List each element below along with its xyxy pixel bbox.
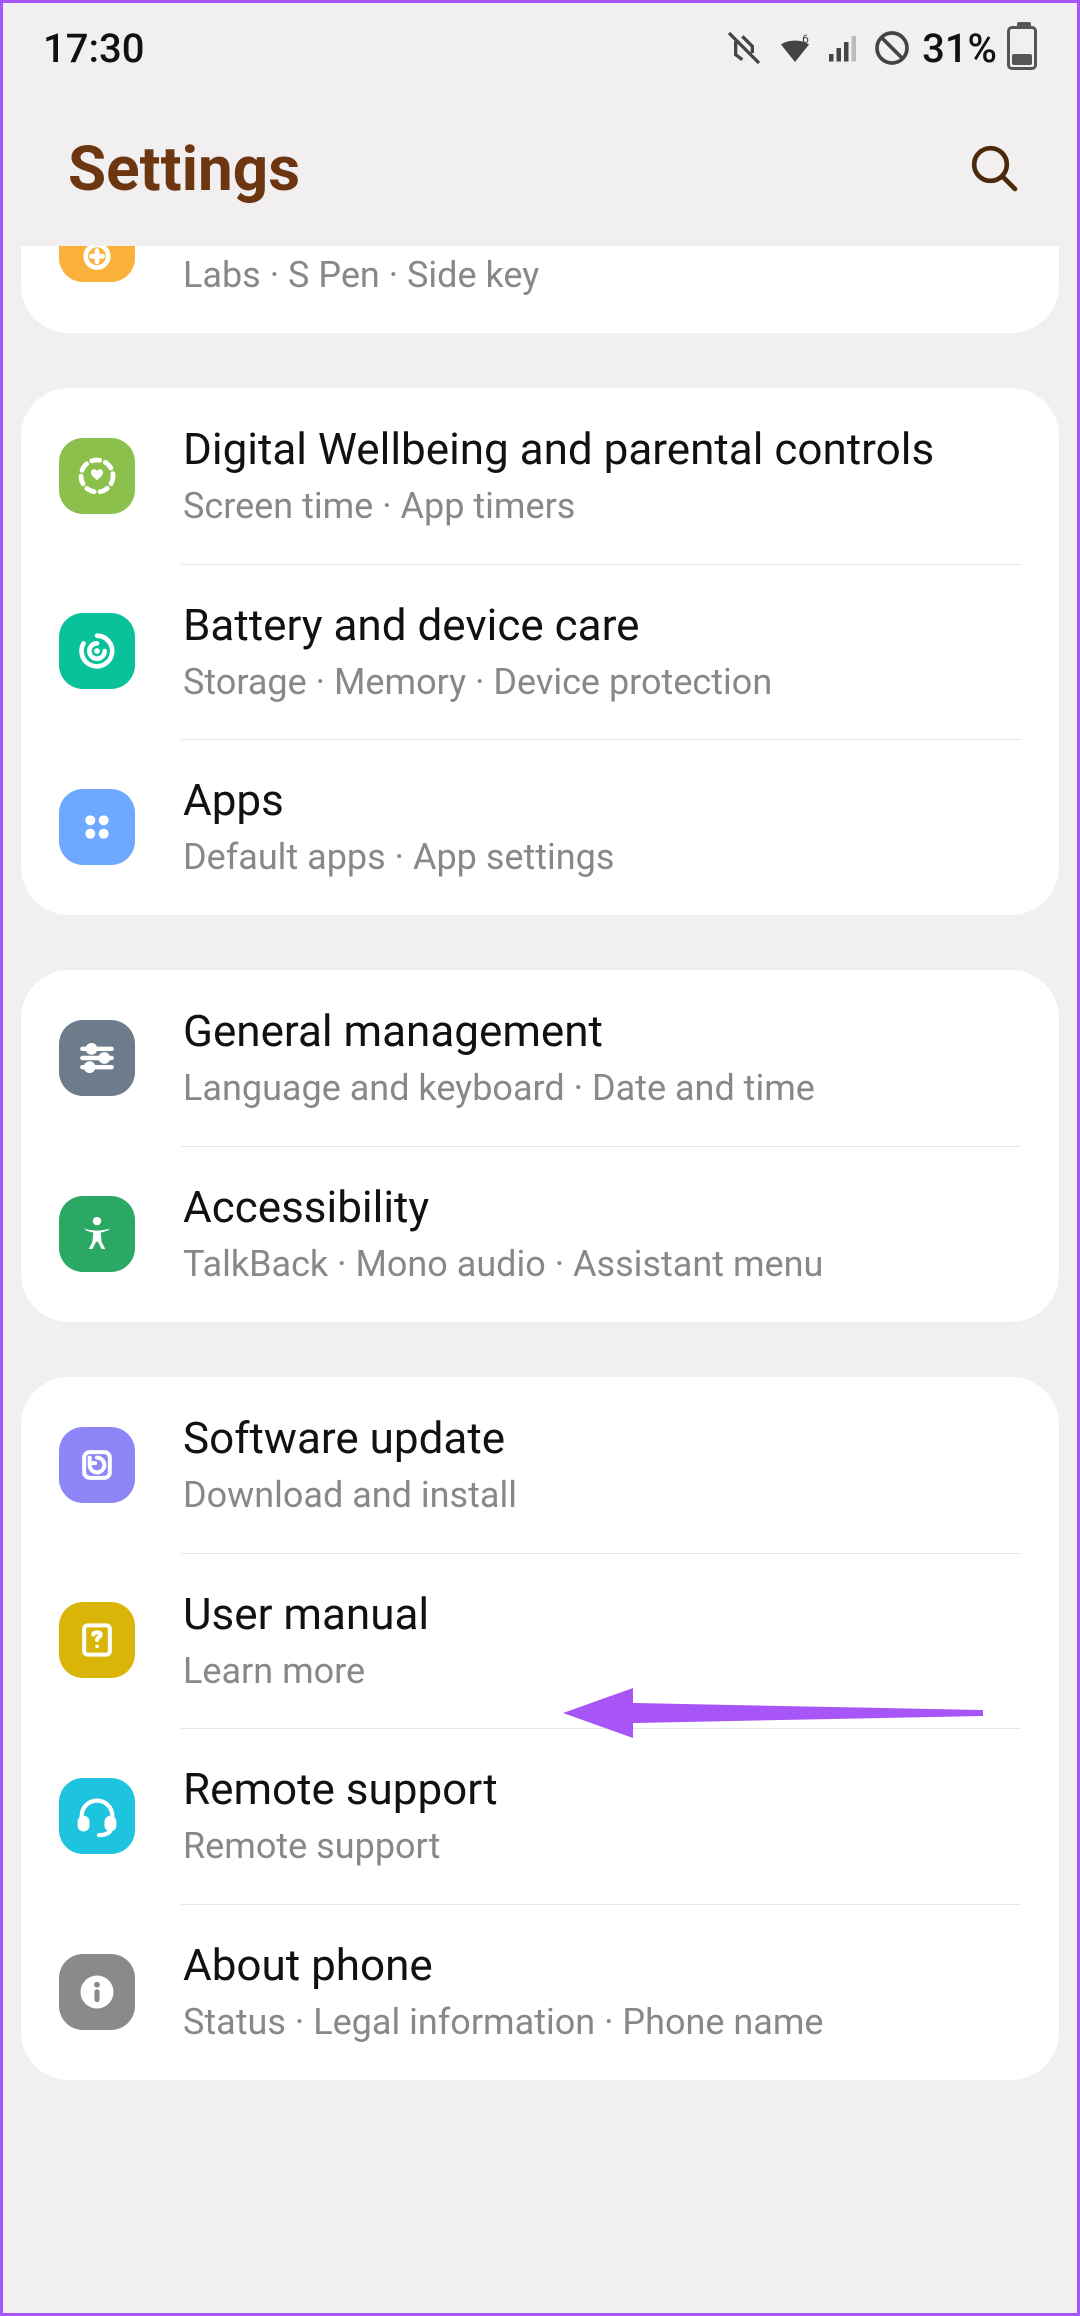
settings-group: General management Language and keyboard…	[21, 970, 1059, 1322]
settings-item-title: User manual	[183, 1587, 1021, 1642]
wifi-icon: 6	[774, 27, 816, 69]
settings-item-title: Digital Wellbeing and parental controls	[183, 422, 1021, 477]
signal-icon	[826, 30, 862, 66]
settings-item-title: General management	[183, 1004, 1021, 1059]
settings-item-accessibility[interactable]: Accessibility TalkBack · Mono audio · As…	[21, 1146, 1059, 1322]
settings-item-battery-care[interactable]: Battery and device care Storage · Memory…	[21, 564, 1059, 740]
search-icon[interactable]	[966, 140, 1022, 200]
settings-item-subtitle: Screen time · App timers	[183, 483, 1021, 530]
device-care-icon	[59, 613, 135, 689]
svg-text:6: 6	[802, 32, 809, 46]
settings-item-title: About phone	[183, 1938, 1021, 1993]
page-title: Settings	[68, 133, 300, 206]
settings-item-software-update[interactable]: Software update Download and install	[21, 1377, 1059, 1553]
settings-item-subtitle: Download and install	[183, 1472, 1021, 1519]
manual-icon	[59, 1602, 135, 1678]
settings-group: Digital Wellbeing and parental controls …	[21, 388, 1059, 915]
settings-item-user-manual[interactable]: User manual Learn more	[21, 1553, 1059, 1729]
settings-item-title: Software update	[183, 1411, 1021, 1466]
settings-item-subtitle: Status · Legal information · Phone name	[183, 1999, 1021, 2046]
settings-item-subtitle: Learn more	[183, 1648, 1021, 1695]
settings-item-subtitle: Labs · S Pen · Side key	[183, 252, 1021, 299]
apps-icon	[59, 789, 135, 865]
settings-item-apps[interactable]: Apps Default apps · App settings	[21, 739, 1059, 915]
wellbeing-icon	[59, 438, 135, 514]
settings-item-remote-support[interactable]: Remote support Remote support	[21, 1728, 1059, 1904]
vibrate-icon	[724, 28, 764, 68]
status-right: 6 31%	[724, 25, 1037, 72]
settings-item-about-phone[interactable]: About phone Status · Legal information ·…	[21, 1904, 1059, 2080]
settings-item-subtitle: Language and keyboard · Date and time	[183, 1065, 1021, 1112]
settings-item-title: Remote support	[183, 1762, 1021, 1817]
gear-plus-icon	[59, 246, 135, 282]
battery-percent: 31%	[922, 25, 997, 72]
settings-item-subtitle: TalkBack · Mono audio · Assistant menu	[183, 1241, 1021, 1288]
settings-item-subtitle: Remote support	[183, 1823, 1021, 1870]
settings-item-general[interactable]: General management Language and keyboard…	[21, 970, 1059, 1146]
settings-item-title: Accessibility	[183, 1180, 1021, 1235]
status-time: 17:30	[43, 25, 144, 72]
settings-group: Software update Download and install Use…	[21, 1377, 1059, 2080]
status-bar: 17:30 6 31%	[3, 3, 1077, 93]
settings-item-title: Apps	[183, 773, 1021, 828]
settings-group: Labs · S Pen · Side key	[21, 246, 1059, 333]
header: Settings	[3, 93, 1077, 246]
headset-icon	[59, 1778, 135, 1854]
battery-icon	[1007, 26, 1037, 70]
settings-item-wellbeing[interactable]: Digital Wellbeing and parental controls …	[21, 388, 1059, 564]
sliders-icon	[59, 1020, 135, 1096]
settings-item-subtitle: Storage · Memory · Device protection	[183, 659, 1021, 706]
update-icon	[59, 1427, 135, 1503]
settings-item-subtitle: Default apps · App settings	[183, 834, 1021, 881]
settings-item-title: Battery and device care	[183, 598, 1021, 653]
accessibility-icon	[59, 1196, 135, 1272]
settings-item-advanced[interactable]: Labs · S Pen · Side key	[21, 246, 1059, 333]
info-icon	[59, 1954, 135, 2030]
no-entry-icon	[872, 28, 912, 68]
